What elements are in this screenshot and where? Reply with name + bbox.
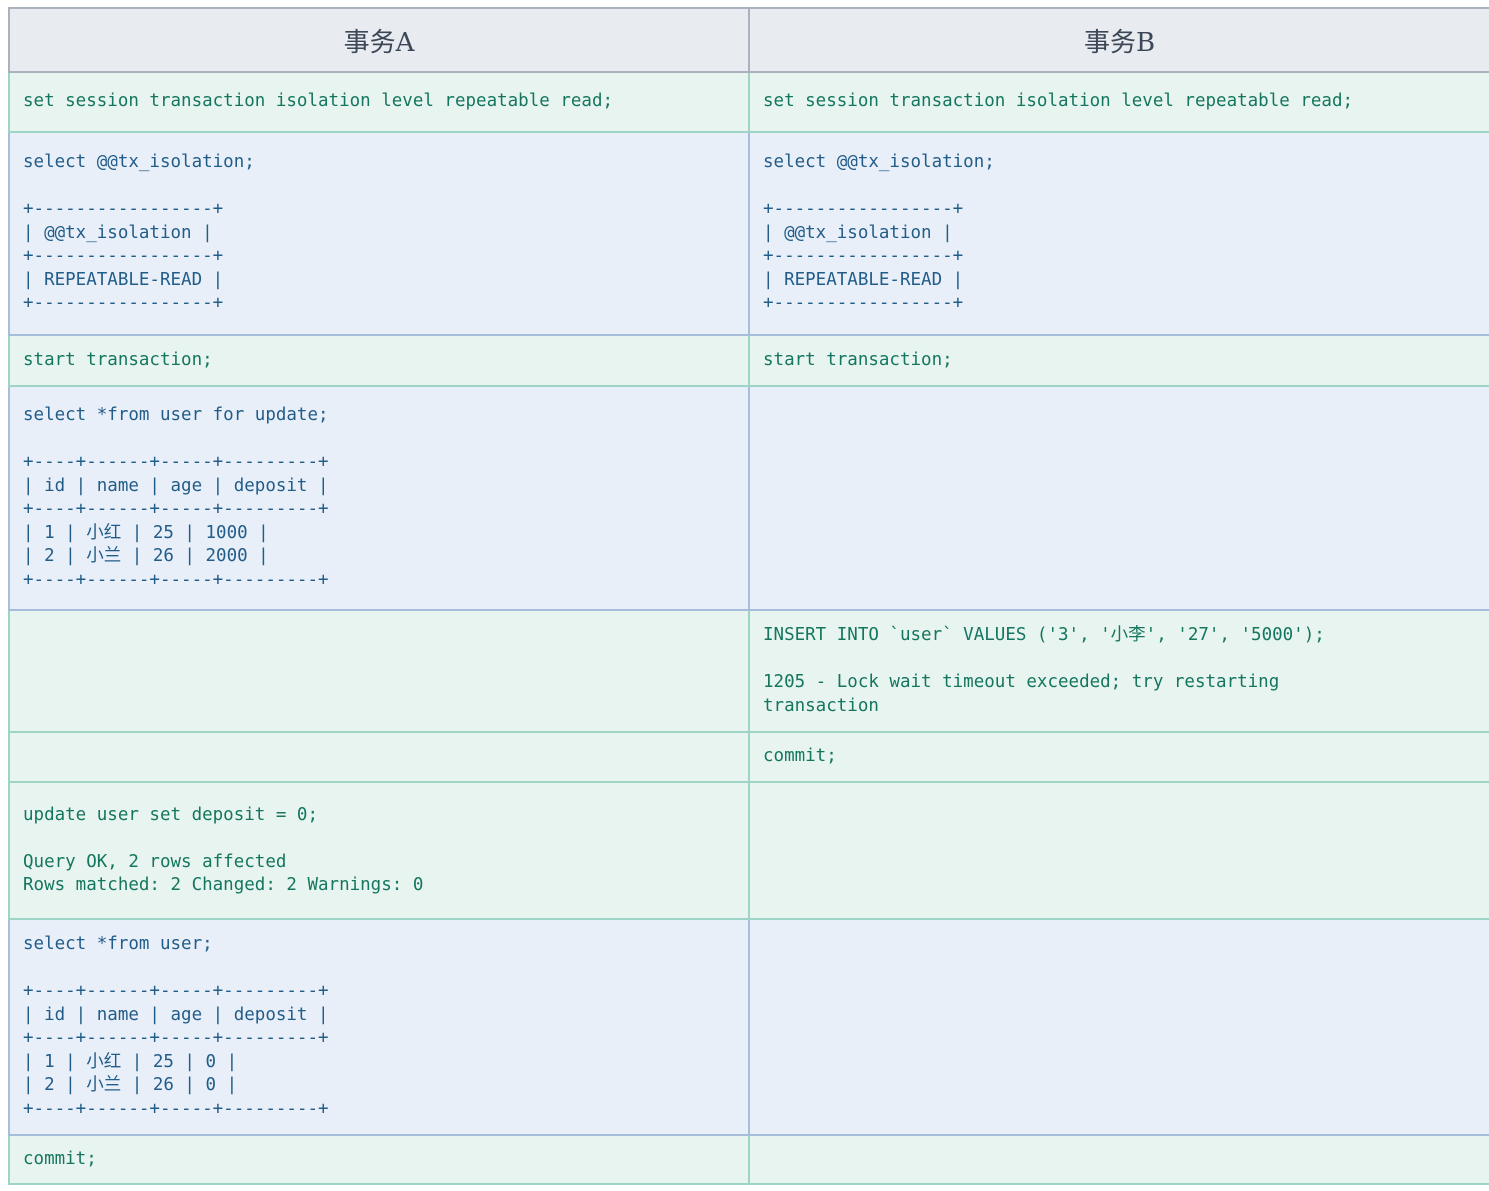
header-transaction-b: 事务B xyxy=(748,7,1489,73)
table-row: INSERT INTO `user` VALUES ('3', '小李', '2… xyxy=(8,609,1489,733)
table-row: commit; xyxy=(8,731,1489,783)
transaction-b-cell: INSERT INTO `user` VALUES ('3', '小李', '2… xyxy=(748,609,1489,733)
table-row: select *from user for update; +----+----… xyxy=(8,385,1489,611)
transaction-a-cell: select *from user for update; +----+----… xyxy=(8,385,750,611)
table-row: commit; xyxy=(8,1134,1489,1185)
table-row: set session transaction isolation level … xyxy=(8,71,1489,133)
transaction-a-cell: update user set deposit = 0; Query OK, 2… xyxy=(8,781,750,920)
transaction-a-cell: set session transaction isolation level … xyxy=(8,71,750,133)
transaction-a-cell: select @@tx_isolation; +----------------… xyxy=(8,131,750,336)
transaction-b-cell: commit; xyxy=(748,731,1489,783)
transaction-b-cell: set session transaction isolation level … xyxy=(748,71,1489,133)
header-row: 事务A 事务B xyxy=(8,7,1489,73)
table-row: select @@tx_isolation; +----------------… xyxy=(8,131,1489,336)
transaction-b-cell: select @@tx_isolation; +----------------… xyxy=(748,131,1489,336)
table-row: select *from user; +----+------+-----+--… xyxy=(8,918,1489,1136)
transaction-b-cell xyxy=(748,781,1489,920)
transaction-table: 事务A 事务B set session transaction isolatio… xyxy=(8,7,1489,1185)
transaction-a-cell: start transaction; xyxy=(8,334,750,387)
transaction-b-cell: start transaction; xyxy=(748,334,1489,387)
transaction-b-cell xyxy=(748,385,1489,611)
header-transaction-a: 事务A xyxy=(8,7,750,73)
transaction-b-cell xyxy=(748,1134,1489,1185)
table-row: start transaction; start transaction; xyxy=(8,334,1489,387)
transaction-a-cell xyxy=(8,609,750,733)
transaction-a-cell: commit; xyxy=(8,1134,750,1185)
table-row: update user set deposit = 0; Query OK, 2… xyxy=(8,781,1489,920)
transaction-a-cell: select *from user; +----+------+-----+--… xyxy=(8,918,750,1136)
transaction-a-cell xyxy=(8,731,750,783)
transaction-b-cell xyxy=(748,918,1489,1136)
